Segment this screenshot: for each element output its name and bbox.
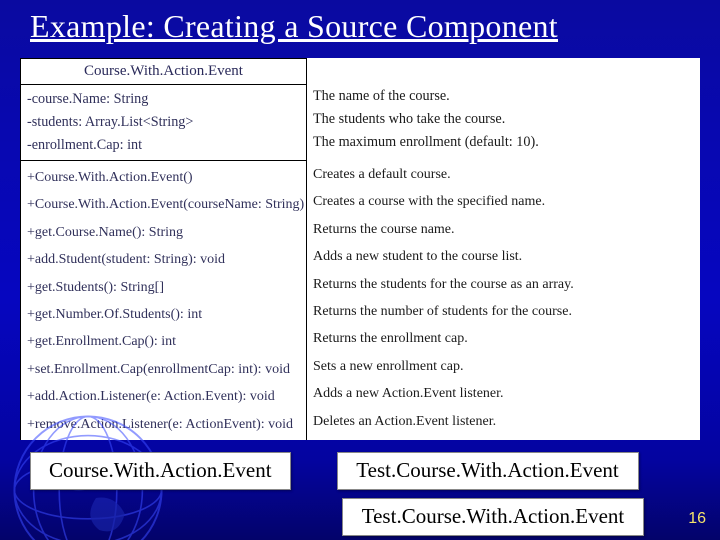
uml-op-desc: Adds a new Action.Event listener.: [313, 380, 700, 407]
uml-attributes-right: The name of the course. The students who…: [307, 85, 700, 161]
uml-op-desc: Creates a course with the specified name…: [313, 188, 700, 215]
test-course-with-action-event-button[interactable]: Test.Course.With.Action.Event: [337, 452, 639, 490]
uml-op-sig: +remove.Action.Listener(e: ActionEvent):…: [27, 411, 300, 438]
uml-op-desc: Sets a new enrollment cap.: [313, 353, 700, 380]
uml-attr-sig: -course.Name: String: [27, 88, 300, 111]
uml-attr-sig: -students: Array.List<String>: [27, 111, 300, 134]
uml-op-desc: Adds a new student to the course list.: [313, 243, 700, 270]
uml-op-sig: +Course.With.Action.Event(courseName: St…: [27, 191, 300, 218]
uml-operations-section: +Course.With.Action.Event() +Course.With…: [20, 161, 700, 440]
slide: Example: Creating a Source Component Cou…: [0, 0, 720, 540]
uml-op-desc: Returns the number of students for the c…: [313, 298, 700, 325]
uml-attr-desc: The maximum enrollment (default: 10).: [313, 131, 700, 154]
uml-operations-right: Creates a default course. Creates a cour…: [307, 161, 700, 440]
button-row: Course.With.Action.Event Test.Course.Wit…: [30, 452, 639, 490]
uml-attr-desc: The students who take the course.: [313, 108, 700, 131]
uml-classname-spacer: [307, 58, 700, 85]
uml-op-sig: +add.Student(student: String): void: [27, 246, 300, 273]
uml-classname-row: Course.With.Action.Event: [20, 58, 700, 85]
slide-title: Example: Creating a Source Component: [0, 0, 720, 45]
uml-op-sig: +get.Students(): String[]: [27, 274, 300, 301]
test-course-with-action-event-button-2[interactable]: Test.Course.With.Action.Event: [342, 498, 644, 536]
uml-op-sig: -process.Event(e: Action.Event): void: [27, 438, 300, 440]
course-with-action-event-button[interactable]: Course.With.Action.Event: [30, 452, 291, 490]
uml-class-name: Course.With.Action.Event: [20, 58, 307, 85]
uml-attributes-section: -course.Name: String -students: Array.Li…: [20, 85, 700, 161]
uml-op-desc: Creates a default course.: [313, 161, 700, 188]
uml-op-desc: Returns the course name.: [313, 216, 700, 243]
uml-op-desc: Returns the students for the course as a…: [313, 271, 700, 298]
uml-op-desc: Deletes an Action.Event listener.: [313, 408, 700, 435]
uml-operations-left: +Course.With.Action.Event() +Course.With…: [20, 161, 307, 440]
uml-attr-sig: -enrollment.Cap: int: [27, 134, 300, 157]
uml-op-desc: Returns the enrollment cap.: [313, 325, 700, 352]
uml-op-desc: Processes an Action.Event.: [313, 435, 700, 440]
uml-op-sig: +add.Action.Listener(e: Action.Event): v…: [27, 383, 300, 410]
uml-op-sig: +get.Course.Name(): String: [27, 219, 300, 246]
button-row-2: Test.Course.With.Action.Event: [342, 498, 644, 536]
uml-attr-desc: The name of the course.: [313, 85, 700, 108]
uml-op-sig: +Course.With.Action.Event(): [27, 164, 300, 191]
uml-diagram-panel: Course.With.Action.Event -course.Name: S…: [20, 58, 700, 440]
uml-op-sig: +get.Number.Of.Students(): int: [27, 301, 300, 328]
page-number: 16: [688, 510, 706, 528]
uml-op-sig: +get.Enrollment.Cap(): int: [27, 328, 300, 355]
uml-attributes-left: -course.Name: String -students: Array.Li…: [20, 85, 307, 161]
uml-op-sig: +set.Enrollment.Cap(enrollmentCap: int):…: [27, 356, 300, 383]
